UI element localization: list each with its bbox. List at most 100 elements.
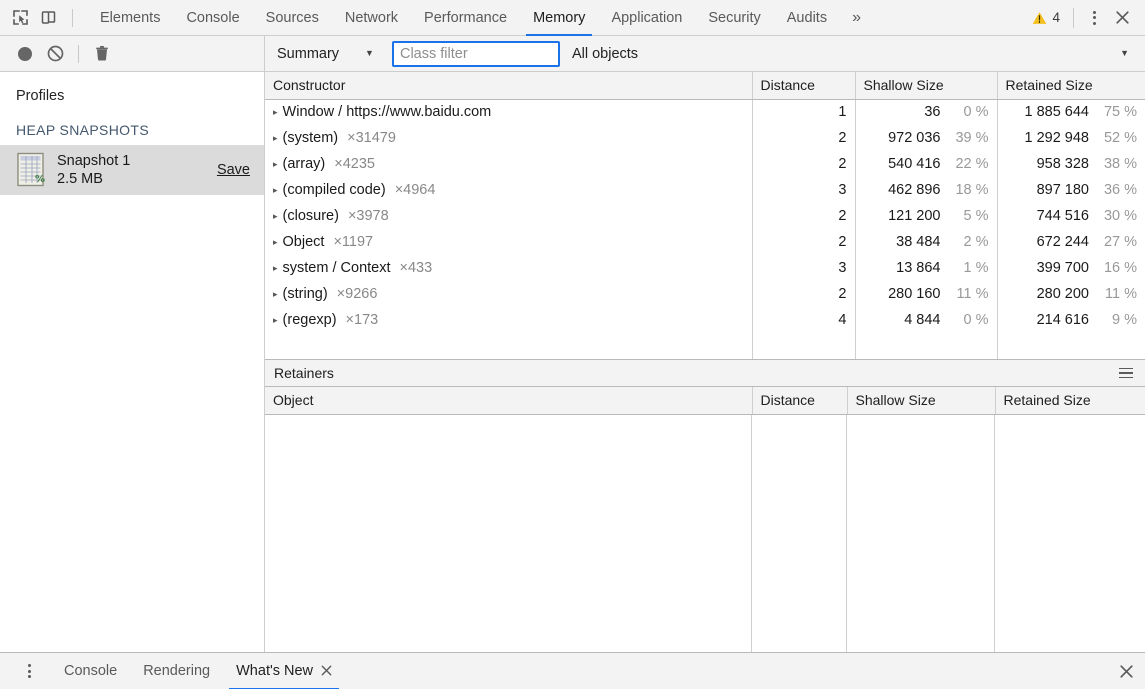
shallow-size-percent: 39 % xyxy=(955,130,989,146)
drawer-kebab-menu-icon[interactable] xyxy=(16,658,42,684)
retainers-col-object xyxy=(265,414,752,652)
instance-count: ×31479 xyxy=(347,130,396,146)
shallow-size-percent: 5 % xyxy=(963,208,989,224)
expand-arrow-icon[interactable]: ▸ xyxy=(273,315,278,326)
retainers-empty-body xyxy=(265,414,1145,653)
record-circle-icon[interactable] xyxy=(10,40,40,68)
column-header-shallow-size[interactable]: Shallow Size xyxy=(855,72,998,100)
table-row[interactable]: ▸ system / Context ×433 3 13 864 1 % 399 70… xyxy=(265,255,1145,281)
expand-arrow-icon[interactable]: ▸ xyxy=(273,211,278,222)
column-header-shallow-size[interactable]: Shallow Size xyxy=(847,387,996,415)
drawer-tab-label: Console xyxy=(64,663,118,679)
hamburger-menu-icon[interactable] xyxy=(1116,365,1136,382)
retained-size-percent: 27 % xyxy=(1103,234,1137,250)
trash-icon[interactable] xyxy=(87,40,117,68)
expand-arrow-icon[interactable]: ▸ xyxy=(273,237,278,248)
heap-snapshot-icon: % xyxy=(17,152,45,187)
tab-performance[interactable]: Performance xyxy=(411,0,520,36)
shallow-size-percent: 22 % xyxy=(955,156,989,172)
warning-count: 4 xyxy=(1052,10,1060,25)
table-row[interactable]: ▸ (regexp) ×173 4 4 844 0 % 214 616 9 % xyxy=(265,307,1145,333)
table-row[interactable]: ▸ Window / https://www.baidu.com 1 36 0 % … xyxy=(265,99,1145,125)
retained-size-value: 672 244 xyxy=(1036,234,1089,250)
toolbar-divider xyxy=(1073,7,1074,28)
distance-value: 1 xyxy=(838,104,847,121)
expand-arrow-icon[interactable]: ▸ xyxy=(273,263,278,274)
view-mode-select[interactable]: Summary ▼ xyxy=(273,46,378,62)
devtools-tabbar: Elements Console Sources Network Perform… xyxy=(0,0,1145,36)
close-icon[interactable] xyxy=(1107,4,1137,32)
drawer-tab-label: Rendering xyxy=(143,663,211,679)
tab-memory[interactable]: Memory xyxy=(520,0,598,36)
constructor-name: Window / https://www.baidu.com xyxy=(282,104,492,121)
tab-sources[interactable]: Sources xyxy=(253,0,332,36)
retainers-header: Retainers xyxy=(265,360,1145,387)
shallow-size-value: 38 484 xyxy=(896,234,941,250)
inspect-cursor-icon[interactable] xyxy=(6,4,34,32)
tab-network[interactable]: Network xyxy=(332,0,411,36)
profiles-sidebar: Profiles HEAP SNAPSHOTS % Snapshot 1 2.5… xyxy=(0,36,265,652)
tab-application[interactable]: Application xyxy=(598,0,695,36)
table-row[interactable]: ▸ (system) ×31479 2 972 036 39 % 1 292 948 5… xyxy=(265,125,1145,151)
distance-value: 2 xyxy=(838,208,847,224)
retainers-table: Object Distance Shallow Size Retained Si… xyxy=(265,387,1145,415)
object-scope-select[interactable]: All objects ▼ xyxy=(572,46,1137,62)
retained-size-percent: 75 % xyxy=(1103,104,1137,121)
column-header-constructor[interactable]: Constructor xyxy=(265,72,753,100)
kebab-menu-icon[interactable] xyxy=(1081,5,1107,31)
constructor-name: (array) xyxy=(282,156,326,172)
constructor-name: (string) xyxy=(282,286,328,302)
clear-no-entry-icon[interactable] xyxy=(40,40,70,68)
column-header-retained-size[interactable]: Retained Size xyxy=(997,72,1145,100)
column-header-distance[interactable]: Distance xyxy=(752,387,848,415)
tab-console[interactable]: Console xyxy=(173,0,252,36)
distance-value: 2 xyxy=(838,130,847,146)
shallow-size-percent: 11 % xyxy=(956,286,989,302)
column-header-distance[interactable]: Distance xyxy=(752,72,856,100)
svg-text:%: % xyxy=(35,174,45,185)
tabs-overflow-button[interactable]: » xyxy=(840,0,873,36)
device-toolbar-icon[interactable] xyxy=(34,4,62,32)
distance-value: 2 xyxy=(838,234,847,250)
column-header-object[interactable]: Object xyxy=(265,387,753,415)
distance-value: 2 xyxy=(838,156,847,172)
table-row[interactable]: ▸ (string) ×9266 2 280 160 11 % 280 200 11 % xyxy=(265,281,1145,307)
shallow-size-value: 280 160 xyxy=(888,286,941,302)
table-row[interactable]: ▸ Object ×1197 2 38 484 2 % 672 244 27 % xyxy=(265,229,1145,255)
expand-arrow-icon[interactable]: ▸ xyxy=(273,289,278,300)
warning-indicator[interactable]: 4 xyxy=(1026,10,1066,25)
table-row[interactable]: ▸ (compiled code) ×4964 3 462 896 18 % 897 … xyxy=(265,177,1145,203)
distance-value: 3 xyxy=(838,182,847,198)
table-row[interactable]: ▸ (closure) ×3978 2 121 200 5 % 744 516 30 % xyxy=(265,203,1145,229)
expand-arrow-icon[interactable]: ▸ xyxy=(273,159,278,170)
constructor-name: (closure) xyxy=(282,208,339,224)
close-drawer-icon[interactable] xyxy=(1111,657,1141,685)
tab-elements[interactable]: Elements xyxy=(87,0,173,36)
tab-security[interactable]: Security xyxy=(695,0,773,36)
tab-label: Application xyxy=(611,9,683,26)
table-row[interactable]: ▸ (array) ×4235 2 540 416 22 % 958 328 38 % xyxy=(265,151,1145,177)
panel-tabs: Elements Console Sources Network Perform… xyxy=(87,0,873,36)
shallow-size-percent: 2 % xyxy=(963,234,989,250)
constructor-name: (regexp) xyxy=(282,312,337,328)
retained-size-value: 1 885 644 xyxy=(1024,104,1089,121)
expand-arrow-icon[interactable]: ▸ xyxy=(273,185,278,196)
heap-snapshots-section-label: HEAP SNAPSHOTS xyxy=(16,122,150,138)
drawer-tab-console[interactable]: Console xyxy=(51,653,130,689)
shallow-size-value: 540 416 xyxy=(888,156,941,172)
tab-audits[interactable]: Audits xyxy=(774,0,840,36)
expand-arrow-icon[interactable]: ▸ xyxy=(273,133,278,144)
close-icon[interactable] xyxy=(321,664,332,679)
snapshot-list-item[interactable]: % Snapshot 1 2.5 MB Save xyxy=(0,145,264,196)
drawer-tab-whats-new[interactable]: What's New xyxy=(223,653,345,689)
instance-count: ×4235 xyxy=(334,156,375,172)
expand-arrow-icon[interactable]: ▸ xyxy=(273,107,278,118)
save-snapshot-link[interactable]: Save xyxy=(217,162,250,178)
drawer-tab-label: What's New xyxy=(236,663,314,679)
column-header-retained-size[interactable]: Retained Size xyxy=(995,387,1145,415)
class-filter-input[interactable] xyxy=(391,40,560,67)
retainers-col-retained xyxy=(995,415,1145,653)
profiles-list-container: Profiles HEAP SNAPSHOTS % Snapshot 1 2.5… xyxy=(0,72,264,652)
instance-count: ×433 xyxy=(399,260,433,276)
drawer-tab-rendering[interactable]: Rendering xyxy=(130,653,223,689)
